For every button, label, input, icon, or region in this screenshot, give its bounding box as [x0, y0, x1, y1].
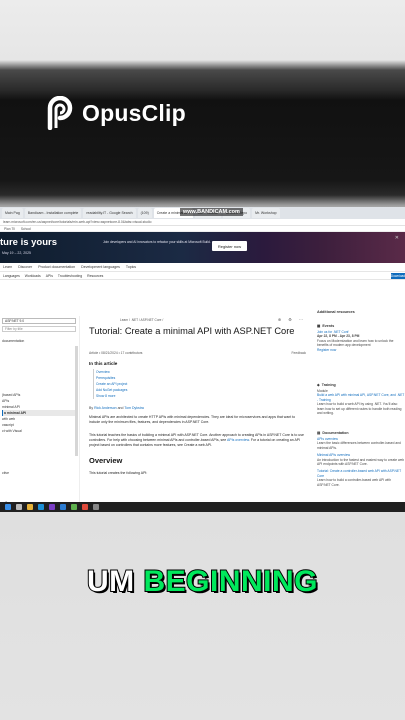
documentation-section: ▤ Documentation APIs overview Learn the b… [317, 431, 405, 487]
intro-paragraph: Minimal APIs are architected to create H… [89, 415, 296, 425]
visual-studio-icon[interactable] [49, 504, 55, 510]
bookmark-item[interactable]: School [21, 227, 31, 231]
subnav-troubleshooting[interactable]: Troubleshooting [58, 274, 82, 278]
bookmark-item[interactable]: Plan Til [4, 227, 15, 231]
nav-topics[interactable]: Topics [126, 265, 136, 269]
toc-list: documentation (based APIs APIs minimal API a… [2, 338, 76, 506]
browser-tab[interactable]: Mr. Workshop [252, 208, 280, 218]
tutorial-paragraph: This tutorial teaches the basics of buil… [89, 433, 304, 448]
events-heading: ▦ Events [317, 324, 405, 328]
opusclip-wordmark: OpusClip [82, 99, 186, 126]
edge-icon[interactable] [38, 504, 44, 510]
start-icon[interactable] [5, 504, 11, 510]
nav-dev-languages[interactable]: Development languages [81, 265, 120, 269]
browser-tab[interactable]: Bandicam - Installation complete [24, 208, 82, 218]
subnav-workloads[interactable]: Workloads [25, 274, 41, 278]
breadcrumb[interactable]: Learn / .NET / ASP.NET Core / [120, 318, 163, 322]
banner-title: ture is yours [0, 237, 58, 248]
subtitle-caption: UM BEGINNING [0, 564, 405, 599]
left-toc: ASP.NET 9.0 Filter by title documentatio… [0, 316, 80, 512]
in-article-heading: In this article [89, 361, 118, 366]
address-bar[interactable]: learn.microsoft.com/en-us/aspnet/core/tu… [0, 219, 405, 226]
page-title: Tutorial: Create a minimal API with ASP.… [89, 326, 295, 336]
training-heading: ◈ Training [317, 383, 405, 387]
app-icon[interactable] [93, 504, 99, 510]
browser-tab[interactable]: readability.IT - Google Search [83, 208, 136, 218]
vscode-icon[interactable] [60, 504, 66, 510]
apis-overview-link[interactable]: APIs overview [227, 438, 249, 442]
training-heading-text: Training [321, 383, 336, 387]
screen-recording: Main Pag Bandicam - Installation complet… [0, 207, 405, 512]
events-text: Focus on Modernization and learn how to … [317, 338, 394, 348]
windows-taskbar [0, 502, 405, 512]
doc-link[interactable]: Tutorial: Create a controller-based web … [317, 469, 405, 478]
resources-heading: Additional resources [317, 310, 355, 314]
article-meta: Article • 08/21/2024 • 17 contributors [89, 351, 143, 355]
subnav-resources[interactable]: Resources [87, 274, 103, 278]
product-subnav: Languages Workloads APIs Troubleshooting… [0, 272, 405, 280]
opusclip-logo-icon [46, 95, 74, 131]
app-icon[interactable] [71, 504, 77, 510]
article: Learn / .NET / ASP.NET Core / ⊕ ⚙ ⋯ Tuto… [88, 316, 306, 512]
register-button[interactable]: Register now [212, 241, 247, 251]
filter-input[interactable]: Filter by title [2, 326, 76, 332]
document-icon: ▤ [317, 431, 321, 435]
doc-text: An introduction to the fastest and easie… [317, 457, 405, 467]
opusclip-logo: OpusClip [46, 94, 186, 132]
subnav-languages[interactable]: Languages [3, 274, 20, 278]
nav-learn[interactable]: Learn [3, 265, 12, 269]
events-section: ▦ Events Join us for .NET Conf Apr 22, 8 … [317, 324, 405, 352]
additional-resources: Additional resources ▦ Events Join us for… [315, 308, 405, 512]
recorder-watermark: www.BANDICAM.com [180, 208, 243, 216]
promo-banner: ture is yours May 19 – 22, 2025 Join dev… [0, 232, 405, 263]
documentation-heading-text: Documentation [322, 431, 349, 435]
events-heading-text: Events [322, 324, 335, 328]
nav-product-docs[interactable]: Product documentation [38, 265, 75, 269]
doc-text: Learn the basic differences between cont… [317, 441, 401, 450]
download-button[interactable]: Download [391, 273, 405, 279]
training-link[interactable]: Build a web API with minimal API, ASP.NE… [317, 393, 405, 402]
caption-word: UM [86, 564, 135, 599]
subnav-apis[interactable]: APIs [46, 274, 53, 278]
authors-line: By Rick Anderson and Tom Dykstra [89, 406, 144, 410]
overview-paragraph: This tutorial creates the following API: [89, 471, 148, 475]
search-icon[interactable] [16, 504, 22, 510]
in-article-list: Overview Prerequisites Create an API pro… [93, 369, 127, 399]
nav-discover[interactable]: Discover [18, 265, 32, 269]
toc-scrollbar[interactable] [75, 346, 78, 456]
doc-text: Learn how to build a controller-based we… [317, 478, 392, 487]
app-icon[interactable] [82, 504, 88, 510]
events-register-link[interactable]: Register now [317, 348, 405, 352]
banner-description: Join developers and AI innovators to ref… [103, 240, 211, 244]
caption-highlight-word: BEGINNING [142, 564, 318, 599]
training-section: ◈ Training Module Build a web API with mi… [317, 383, 405, 415]
folder-icon[interactable] [27, 504, 33, 510]
overview-heading: Overview [89, 456, 123, 465]
author-link[interactable]: Tom Dykstra [124, 406, 143, 410]
calendar-icon: ▦ [317, 324, 321, 328]
feedback-link[interactable]: Feedback [292, 351, 306, 355]
close-icon[interactable]: ✕ [395, 235, 399, 241]
documentation-heading: ▤ Documentation [317, 431, 405, 435]
version-select[interactable]: ASP.NET 9.0 [2, 318, 76, 324]
article-tools-icons[interactable]: ⊕ ⚙ ⋯ [278, 317, 306, 322]
training-text: Learn how to build a web API by using .N… [317, 402, 402, 416]
training-icon: ◈ [317, 383, 320, 387]
show-more-link[interactable]: Show 8 more [96, 393, 127, 399]
banner-dates: May 19 – 22, 2025 [2, 251, 31, 255]
author-link[interactable]: Rick Anderson [94, 406, 117, 410]
browser-tab[interactable]: (109) [137, 208, 152, 218]
site-nav: Learn Discover Product documentation Dev… [0, 263, 405, 272]
browser-tab[interactable]: Main Pag [2, 208, 23, 218]
